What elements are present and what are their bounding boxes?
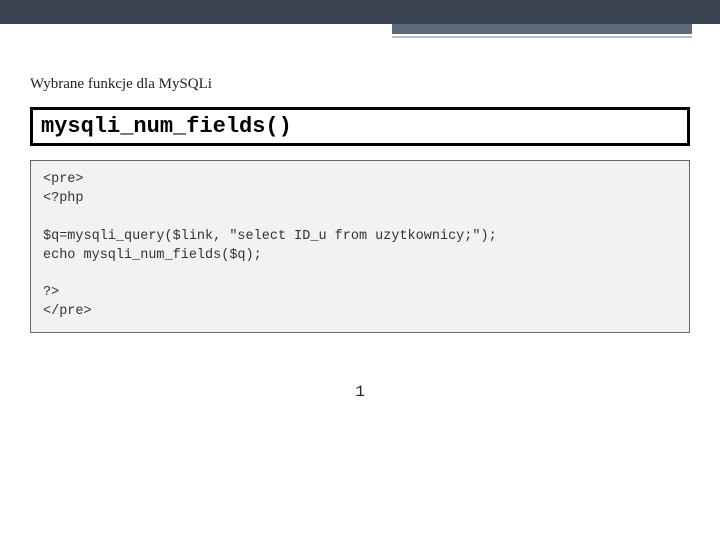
slide-subtitle: Wybrane funkcje dla MySQLi bbox=[30, 76, 690, 93]
top-bar bbox=[0, 0, 720, 24]
code-example-box: <pre> <?php $q=mysqli_query($link, "sele… bbox=[30, 160, 690, 333]
accent-decoration bbox=[392, 24, 692, 38]
code-output: 1 bbox=[30, 383, 690, 401]
function-title-box: mysqli_num_fields() bbox=[30, 107, 690, 146]
slide-content: Wybrane funkcje dla MySQLi mysqli_num_fi… bbox=[0, 24, 720, 401]
